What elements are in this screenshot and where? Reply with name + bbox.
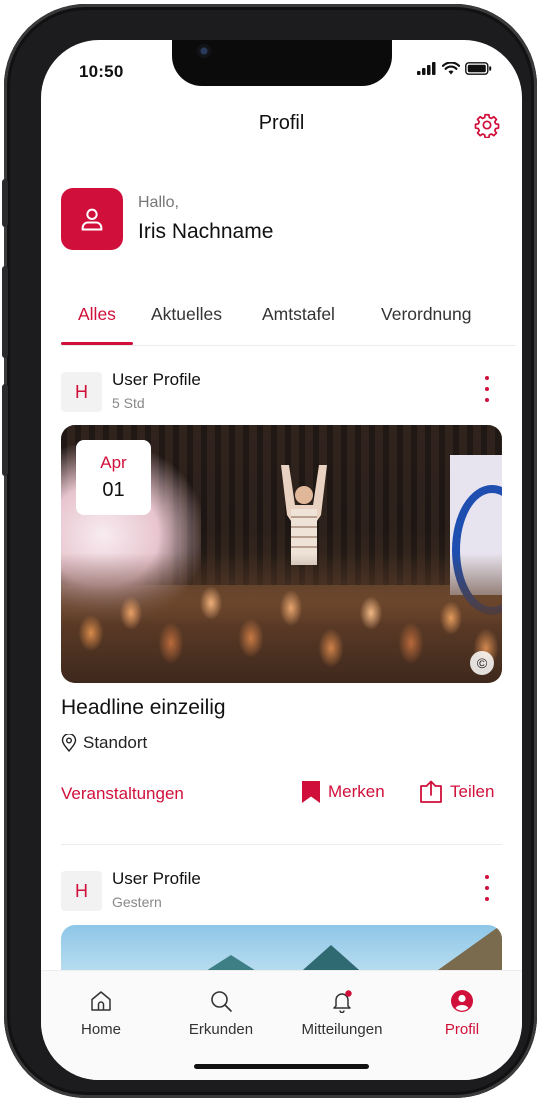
image-crowd bbox=[61, 553, 502, 683]
gear-icon[interactable] bbox=[474, 112, 500, 138]
post-header: H User Profile 5 Std bbox=[61, 370, 502, 414]
nav-profil[interactable]: Profil bbox=[407, 971, 517, 1051]
post-time: Gestern bbox=[112, 894, 162, 910]
nav-erkunden[interactable]: Erkunden bbox=[166, 971, 276, 1051]
mute-switch bbox=[2, 179, 8, 227]
bookmark-label: Merken bbox=[328, 782, 385, 801]
tab-alles[interactable]: Alles bbox=[78, 304, 116, 325]
post-author[interactable]: User Profile bbox=[112, 370, 201, 390]
post-author-logo[interactable]: H bbox=[61, 871, 102, 911]
copyright-icon[interactable]: © bbox=[470, 651, 494, 675]
post-actions: Veranstaltungen Merken Teilen bbox=[61, 780, 502, 810]
post-divider bbox=[61, 844, 502, 845]
active-tab-indicator bbox=[61, 342, 133, 345]
user-icon bbox=[81, 208, 103, 231]
more-options-icon[interactable] bbox=[482, 376, 492, 402]
greeting: Hallo, bbox=[138, 194, 179, 211]
volume-up-button bbox=[2, 266, 8, 358]
post-author-logo[interactable]: H bbox=[61, 372, 102, 412]
home-icon bbox=[91, 991, 111, 1011]
status-time: 10:50 bbox=[79, 62, 124, 81]
tab-amtstafel[interactable]: Amtstafel bbox=[262, 304, 335, 325]
signal-icon bbox=[417, 62, 436, 75]
volume-down-button bbox=[2, 384, 8, 476]
post-headline[interactable]: Headline einzeilig bbox=[61, 696, 226, 720]
status-icons bbox=[417, 62, 492, 75]
phone-frame: 10:50 Profil Hallo, Iris Nachname Alles … bbox=[2, 4, 537, 1098]
tab-aktuelles[interactable]: Aktuelles bbox=[151, 304, 222, 325]
user-circle-icon bbox=[451, 990, 473, 1012]
bookmark-icon bbox=[302, 781, 320, 803]
post-location: Standort bbox=[61, 733, 147, 753]
post-author[interactable]: User Profile bbox=[112, 869, 201, 889]
wifi-icon bbox=[442, 62, 460, 75]
screen: 10:50 Profil Hallo, Iris Nachname Alles … bbox=[41, 40, 522, 1080]
category-link[interactable]: Veranstaltungen bbox=[61, 784, 184, 804]
battery-icon bbox=[465, 62, 492, 75]
nav-label: Erkunden bbox=[188, 1021, 254, 1038]
home-indicator[interactable] bbox=[194, 1064, 369, 1069]
bookmark-button[interactable]: Merken bbox=[301, 780, 385, 804]
notch bbox=[172, 40, 392, 86]
search-icon bbox=[211, 991, 232, 1012]
user-name: Iris Nachname bbox=[138, 220, 274, 243]
avatar[interactable] bbox=[61, 188, 123, 250]
page-title: Profil bbox=[258, 112, 305, 134]
bell-icon bbox=[333, 990, 352, 1013]
post-image[interactable]: Apr 01 © bbox=[61, 425, 502, 683]
post-time: 5 Std bbox=[112, 395, 145, 411]
location-pin-icon bbox=[61, 734, 77, 752]
nav-label: Mitteilungen bbox=[301, 1021, 383, 1038]
category-tabs: Alles Aktuelles Amtstafel Verordnung bbox=[61, 302, 516, 346]
more-options-icon[interactable] bbox=[482, 875, 492, 901]
date-badge: Apr 01 bbox=[76, 440, 151, 515]
date-day: 01 bbox=[102, 479, 125, 501]
nav-label: Profil bbox=[444, 1021, 480, 1038]
tab-verordnung[interactable]: Verordnung bbox=[381, 304, 472, 325]
share-button[interactable]: Teilen bbox=[418, 780, 494, 804]
date-month: Apr bbox=[100, 453, 127, 472]
share-label: Teilen bbox=[450, 782, 495, 801]
camera bbox=[197, 44, 211, 58]
post-header: H User Profile Gestern bbox=[61, 869, 502, 913]
nav-mitteilungen[interactable]: Mitteilungen bbox=[287, 971, 397, 1051]
share-icon bbox=[420, 780, 442, 803]
location-text: Standort bbox=[83, 733, 148, 752]
nav-home[interactable]: Home bbox=[46, 971, 156, 1051]
nav-label: Home bbox=[80, 1021, 121, 1038]
